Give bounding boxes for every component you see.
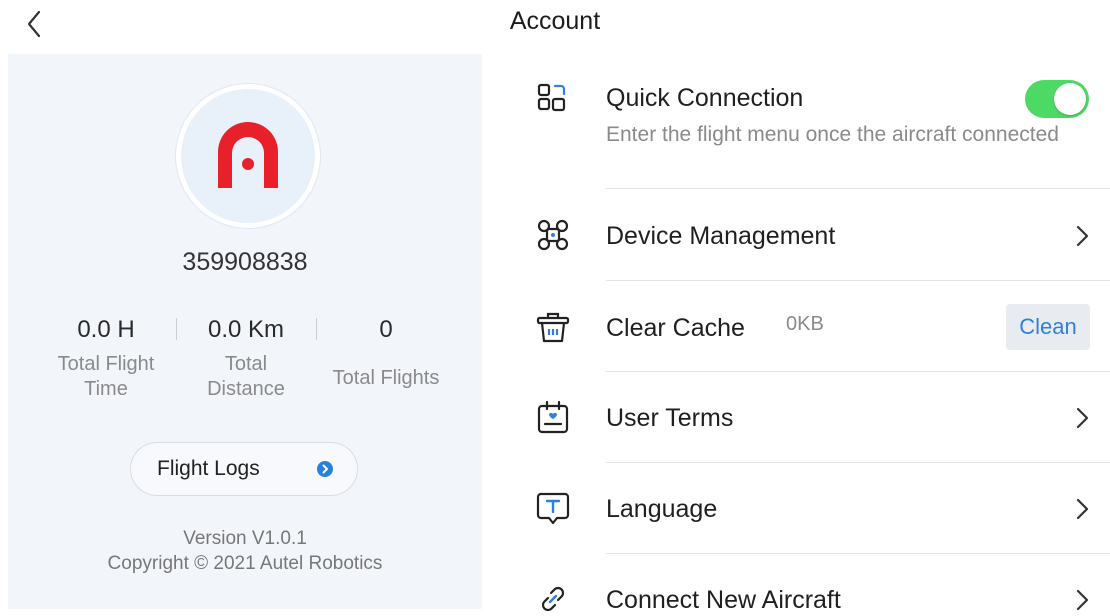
flight-logs-label: Flight Logs [157,457,260,480]
language-row[interactable]: Language [520,491,1110,531]
chevron-right-icon [1076,407,1089,429]
terms-calendar-icon [537,400,569,434]
connect-new-aircraft-row[interactable]: Connect New Aircraft [520,582,1110,614]
copyright-text: Copyright © 2021 Autel Robotics [107,553,383,574]
total-flights-value: 0 [379,316,393,343]
connect-new-aircraft-label: Connect New Aircraft [606,586,841,614]
total-flight-time-value: 0.0 H [77,316,135,343]
quick-connection-description: Enter the flight menu once the aircraft … [606,123,1059,146]
user-id: 359908838 [182,248,308,276]
version-text: Version V1.0.1 [183,528,307,549]
total-distance-value: 0.0 Km [207,316,285,343]
language-icon [536,492,570,525]
arrow-circle-icon [317,461,333,477]
profile-panel: 359908838 0.0 H 0.0 Km 0 Total Flight Ti… [8,54,482,609]
row-divider [606,553,1110,554]
trash-icon [536,312,570,343]
clear-cache-row: Clear Cache 0KB Clean [520,304,1110,350]
row-divider [606,280,1110,281]
clean-button[interactable]: Clean [1006,304,1090,350]
cache-size: 0KB [786,313,824,335]
autel-logo-icon [218,122,278,188]
quick-connection-toggle[interactable] [1025,80,1089,118]
chevron-right-icon [1076,225,1089,247]
language-label: Language [606,495,718,523]
device-management-label: Device Management [606,222,836,250]
version-info: Version V1.0.1 Copyright © 2021 Autel Ro… [8,526,482,576]
page-title: Account [509,7,601,35]
total-flights-label: Total Flights [332,367,440,389]
device-management-row[interactable]: Device Management [520,218,1110,258]
quick-connection-label: Quick Connection [606,84,804,112]
avatar-circle [181,89,315,223]
row-divider [606,188,1110,189]
clear-cache-label: Clear Cache [606,314,745,342]
row-divider [606,371,1110,372]
quick-connection-row: Quick Connection Enter the flight menu o… [520,80,1110,188]
user-terms-label: User Terms [606,404,734,432]
row-divider [606,462,1110,463]
link-icon [541,586,565,612]
chevron-right-icon [1076,498,1089,520]
top-bar: Account [0,0,1110,54]
chevron-right-icon [1076,589,1089,611]
avatar[interactable] [176,84,320,228]
user-terms-row[interactable]: User Terms [520,400,1110,440]
toggle-knob [1054,83,1086,115]
flight-logs-button[interactable]: Flight Logs [130,442,358,496]
scan-connect-icon [537,83,566,112]
drone-icon [537,219,569,251]
